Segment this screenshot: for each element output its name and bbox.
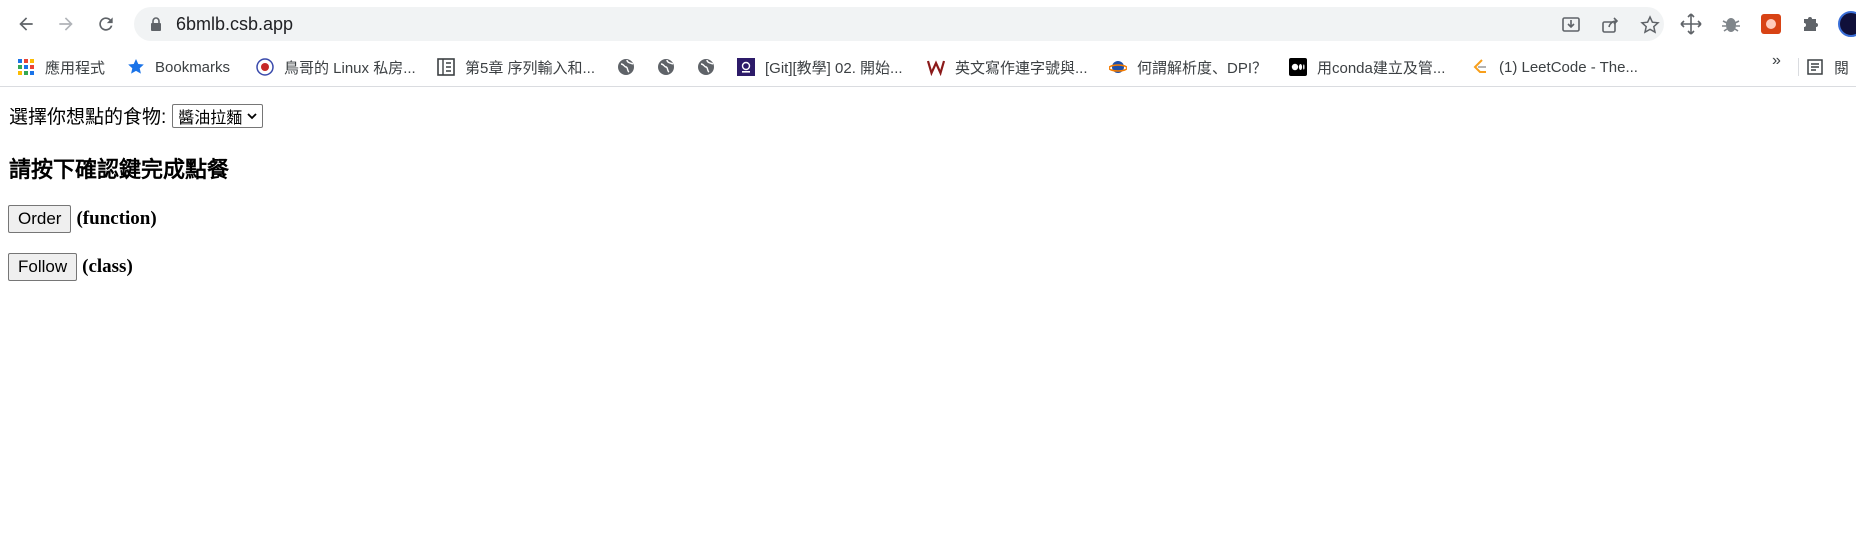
bookmark-git[interactable]: [Git][教學] 02. 開始... [737, 54, 903, 80]
star-icon [127, 58, 145, 76]
url-text: 6bmlb.csb.app [176, 14, 294, 34]
bookmark-label: 何謂解析度、DPI？ [1137, 59, 1268, 77]
puzzle-extensions-icon[interactable] [1799, 12, 1823, 36]
page-content: 選擇你想點的食物: 醬油拉麵 請按下確認鍵完成點餐 Order (functio… [0, 88, 1856, 538]
arrow-right-icon [59, 17, 73, 31]
lock-icon [151, 17, 161, 31]
apps-grid-icon [17, 58, 35, 76]
bookmark-label: 應用程式 [45, 59, 106, 77]
leetcode-icon [1471, 58, 1489, 76]
bookmark-globe-3[interactable] [697, 54, 725, 80]
bookmark-label: [Git][教學] 02. 開始... [765, 59, 903, 77]
planet-icon [1109, 58, 1127, 76]
bookmark-bookmarks[interactable]: Bookmarks [127, 54, 230, 80]
browser-toolbar: 6bmlb.csb.app [0, 0, 1856, 48]
bookmark-star-icon[interactable] [1640, 15, 1660, 35]
bookmarks-bar: 應用程式 Bookmarks 鳥哥的 Linux 私房... 第5章 序列輸入和… [0, 48, 1856, 87]
bookmark-label: 鳥哥的 Linux 私房... [284, 59, 416, 77]
bookmark-globe-2[interactable] [657, 54, 685, 80]
bookmark-globe-1[interactable] [617, 54, 645, 80]
bookmark-label: Bookmarks [155, 58, 231, 76]
w-logo-icon [927, 58, 945, 76]
chevron-down-icon [247, 112, 257, 119]
bookmark-apps[interactable]: 應用程式 [17, 54, 105, 80]
order-button[interactable]: Order [8, 205, 72, 233]
bookmark-english[interactable]: 英文寫作連字號與... [927, 54, 1088, 80]
arrow-left-icon [19, 17, 33, 31]
bookmark-label: 英文寫作連字號與... [955, 59, 1088, 77]
reading-list-icon [1806, 58, 1824, 76]
food-select-row: 選擇你想點的食物: 醬油拉麵 [9, 102, 264, 129]
follow-note: (class) [82, 256, 133, 277]
food-select-label: 選擇你想點的食物: [9, 107, 167, 128]
red-extension-icon[interactable] [1759, 12, 1783, 36]
forward-button[interactable] [51, 9, 81, 39]
reload-icon [99, 17, 113, 31]
share-icon[interactable] [1600, 15, 1620, 35]
bookmarks-overflow-button[interactable]: » [1772, 52, 1781, 70]
reading-list-label: 閱 [1834, 59, 1850, 77]
back-button[interactable] [11, 9, 41, 39]
profile-avatar[interactable] [1838, 11, 1856, 37]
page-heading: 請按下確認鍵完成點餐 [9, 158, 230, 183]
install-icon[interactable] [1561, 15, 1581, 35]
order-note: (function) [76, 208, 157, 229]
bookmarks-divider [1798, 58, 1799, 76]
move-extension-icon[interactable] [1679, 12, 1703, 36]
address-bar[interactable]: 6bmlb.csb.app [134, 7, 1664, 41]
reload-button[interactable] [91, 9, 121, 39]
bookmark-label: 用conda建立及管... [1317, 59, 1446, 77]
bookmark-conda[interactable]: 用conda建立及管... [1289, 54, 1445, 80]
site-logo-icon [256, 58, 274, 76]
reading-list-button[interactable]: 閱 [1806, 54, 1849, 80]
globe-icon [617, 58, 635, 76]
food-select[interactable]: 醬油拉麵 [172, 103, 264, 128]
food-select-value: 醬油拉麵 [178, 109, 243, 127]
bug-extension-icon[interactable] [1719, 12, 1743, 36]
order-row: Order (function) [8, 205, 157, 233]
globe-icon [697, 58, 715, 76]
book-icon [437, 58, 455, 76]
follow-row: Follow (class) [8, 253, 133, 281]
bookmark-leetcode[interactable]: (1) LeetCode - The... [1471, 54, 1638, 80]
follow-button[interactable]: Follow [8, 253, 78, 281]
bookmark-chapter5[interactable]: 第5章 序列輸入和... [437, 54, 595, 80]
purple-square-icon [737, 58, 755, 76]
bookmark-label: 第5章 序列輸入和... [465, 59, 596, 77]
medium-icon [1289, 58, 1307, 76]
bookmark-dpi[interactable]: 何謂解析度、DPI？ [1109, 54, 1267, 80]
globe-icon [657, 58, 675, 76]
bookmark-linux[interactable]: 鳥哥的 Linux 私房... [256, 54, 416, 80]
bookmark-label: (1) LeetCode - The... [1499, 58, 1638, 76]
